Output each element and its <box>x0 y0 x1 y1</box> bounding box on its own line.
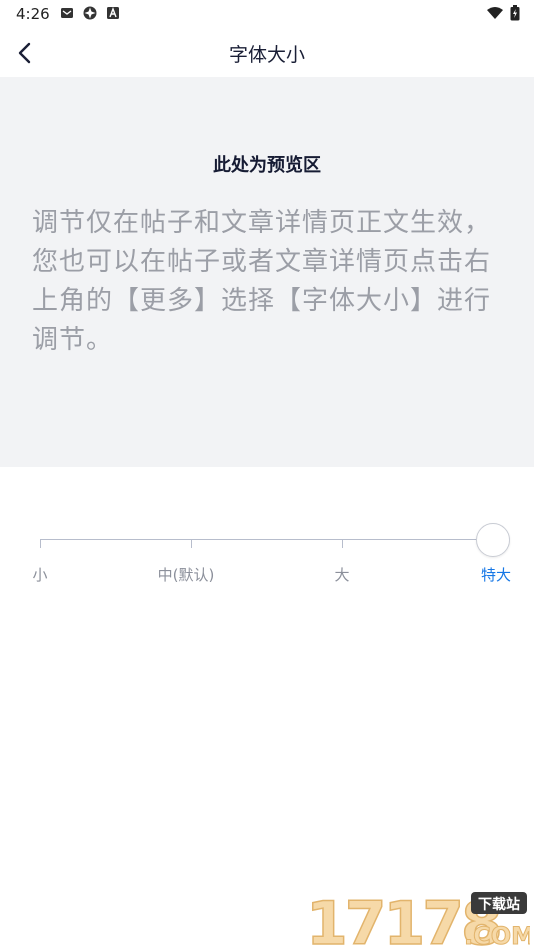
header: 字体大小 <box>0 28 534 76</box>
slider-thumb[interactable] <box>476 523 510 557</box>
size-option-small[interactable]: 小 <box>32 564 47 585</box>
slider-tick <box>342 539 343 548</box>
font-size-slider[interactable]: 小 中(默认) 大 特大 <box>0 520 534 600</box>
preview-area: 此处为预览区 调节仅在帖子和文章详情页正文生效，您也可以在帖子或者文章详情页点击… <box>0 77 534 467</box>
notification-icons <box>60 6 120 20</box>
system-icons <box>486 5 520 21</box>
preview-text: 调节仅在帖子和文章详情页正文生效，您也可以在帖子或者文章详情页点击右上角的【更多… <box>32 208 492 355</box>
watermark-logo: 17178 下载站 .COM <box>304 888 534 950</box>
a-icon <box>107 7 119 19</box>
status-time: 4:26 <box>16 5 50 23</box>
watermark-domain: .COM <box>464 922 530 948</box>
wifi-icon <box>487 7 503 19</box>
page-title: 字体大小 <box>228 44 305 66</box>
status-bar: 4:26 <box>0 0 534 28</box>
slider-track[interactable] <box>40 539 492 540</box>
watermark-graphic: 17178 下载站 .COM <box>305 888 534 950</box>
size-option-extra-large[interactable]: 特大 <box>481 564 511 585</box>
preview-heading: 此处为预览区 <box>213 155 321 176</box>
mail-icon <box>61 8 73 18</box>
size-option-large[interactable]: 大 <box>334 564 349 585</box>
watermark-badge: 下载站 <box>478 896 520 913</box>
size-option-medium-default[interactable]: 中(默认) <box>158 564 215 585</box>
slider-tick <box>40 539 41 548</box>
slider-tick <box>191 539 192 548</box>
app-icon <box>83 6 97 20</box>
battery-icon <box>510 5 520 21</box>
